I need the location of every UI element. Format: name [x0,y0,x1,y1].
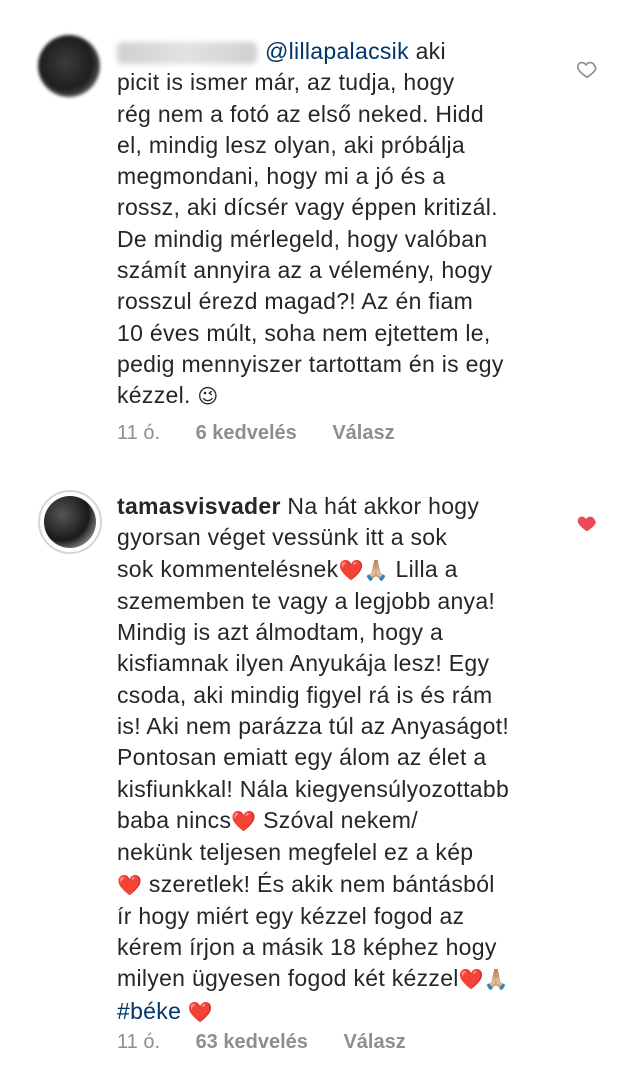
timestamp: 11 ó. [117,1031,160,1053]
comment-text: @lillapalacsik aki picit is ismer már, a… [117,38,504,409]
comment-meta: 11 ó. 63 kedvelés Válasz [117,1031,436,1054]
reply-button[interactable]: Válasz [332,422,394,444]
heart-filled-icon[interactable] [576,512,598,534]
likes-count[interactable]: 63 kedvelés [196,1031,308,1053]
comment-text: tamasvisvader Na hát akkor hogy gyorsan … [117,493,510,1024]
wink-emoji: 😉 [197,384,219,409]
comment-item: tamasvisvader Na hát akkor hogy gyorsan … [0,485,634,1075]
heart-pray-emoji: ❤️🙏🏼 [338,557,389,582]
hashtag-link[interactable]: #béke [117,998,181,1024]
mention-link[interactable]: @lillapalacsik [265,38,409,64]
heart-pray-emoji: ❤️🙏🏼 [458,967,510,992]
comment-item: @lillapalacsik aki picit is ismer már, a… [0,0,634,460]
heart-outline-icon[interactable] [576,58,598,80]
heart-emoji: ❤️ [187,999,214,1024]
likes-count[interactable]: 6 kedvelés [196,422,297,444]
reply-button[interactable]: Válasz [343,1031,405,1053]
heart-emoji: ❤️ [117,872,143,897]
comment-meta: 11 ó. 6 kedvelés Válasz [117,422,425,445]
heart-emoji: ❤️ [231,808,257,833]
timestamp: 11 ó. [117,422,160,444]
avatar[interactable] [38,35,100,97]
avatar[interactable] [38,490,102,554]
username-link[interactable]: tamasvisvader [117,493,281,519]
username-blurred[interactable] [117,41,257,64]
